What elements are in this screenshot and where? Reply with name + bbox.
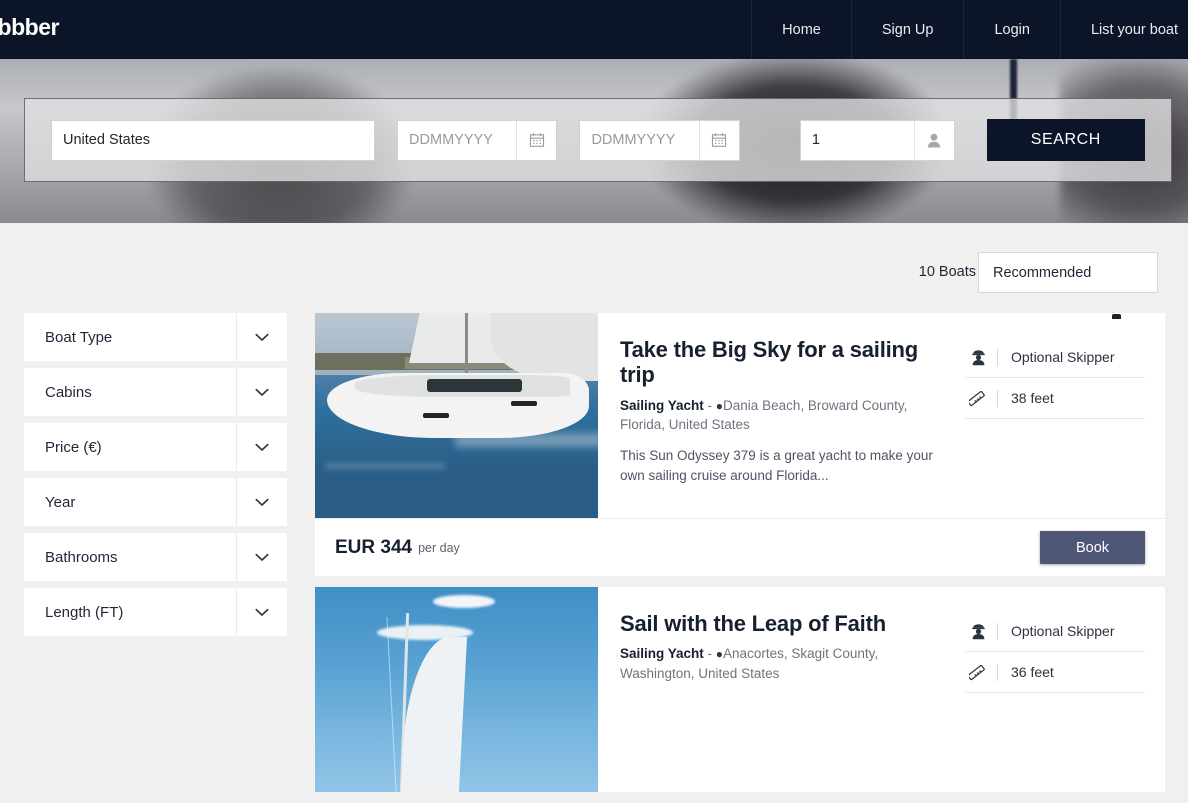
sort-select[interactable]: Recommended	[978, 252, 1158, 293]
attribute-divider	[997, 349, 998, 366]
boat-photo-cloud	[433, 595, 495, 608]
checkout-date-input[interactable]: DDMMYYYY	[579, 120, 739, 161]
main-navigation: Home Sign Up Login List your boat	[751, 0, 1188, 59]
boat-attribute-value: Optional Skipper	[1011, 623, 1115, 639]
filter-label: Bathrooms	[24, 533, 236, 581]
nav-item-login[interactable]: Login	[963, 0, 1059, 59]
boat-price: EUR 344	[335, 537, 412, 559]
filter-length[interactable]: Length (FT)	[24, 588, 287, 636]
site-logo[interactable]: Clubbber	[0, 14, 59, 41]
site-header: Clubbber Home Sign Up Login List your bo…	[0, 0, 1188, 59]
boat-type: Sailing Yacht	[620, 398, 704, 413]
boat-card-info: Take the Big Sky for a sailing trip Sail…	[598, 313, 953, 518]
boat-attribute-length: 38 feet	[965, 378, 1145, 419]
chevron-down-icon	[236, 588, 287, 636]
boat-attributes: Optional Skipper 38 feet	[953, 313, 1165, 518]
map-pin-icon: ●	[716, 647, 723, 661]
filter-boat-type[interactable]: Boat Type	[24, 313, 287, 361]
skipper-icon	[965, 349, 991, 366]
attribute-divider	[997, 390, 998, 407]
chevron-down-icon	[236, 533, 287, 581]
attribute-divider	[997, 623, 998, 640]
sort-select-value: Recommended	[993, 265, 1091, 281]
boat-card-body: Take the Big Sky for a sailing trip Sail…	[315, 313, 1165, 518]
card-top-marker-icon	[1112, 314, 1121, 319]
boat-attribute-value: Optional Skipper	[1011, 349, 1115, 365]
boat-attribute-value: 36 feet	[1011, 664, 1054, 680]
boat-photo-window	[511, 401, 537, 406]
filter-label: Cabins	[24, 368, 236, 416]
map-pin-icon: ●	[716, 399, 723, 413]
location-input-value: United States	[63, 132, 150, 148]
boat-title[interactable]: Sail with the Leap of Faith	[620, 611, 935, 636]
skipper-icon	[965, 623, 991, 640]
boat-photo-rigging	[386, 617, 396, 792]
boat-card-body: Sail with the Leap of Faith Sailing Yach…	[315, 587, 1165, 792]
guests-input[interactable]: 1	[800, 120, 955, 161]
boat-photo[interactable]	[315, 313, 598, 518]
filter-label: Year	[24, 478, 236, 526]
boat-card-footer: EUR 344 per day Book	[315, 518, 1165, 576]
search-button[interactable]: SEARCH	[987, 119, 1145, 161]
filter-label: Boat Type	[24, 313, 236, 361]
boat-attribute-skipper: Optional Skipper	[965, 337, 1145, 378]
checkin-date-placeholder: DDMMYYYY	[398, 121, 516, 160]
boat-photo-wake	[455, 433, 598, 447]
boat-attributes: Optional Skipper 36 feet	[953, 587, 1165, 792]
boat-type: Sailing Yacht	[620, 646, 704, 661]
boat-results-list: Take the Big Sky for a sailing trip Sail…	[315, 313, 1165, 803]
results-toolbar: 10 Boats Recommended	[0, 252, 1188, 297]
ruler-icon	[965, 389, 991, 407]
boat-photo-mast	[465, 313, 468, 375]
chevron-down-icon	[236, 368, 287, 416]
book-button[interactable]: Book	[1040, 531, 1145, 564]
boat-subtitle: Sailing Yacht - ●Dania Beach, Broward Co…	[620, 396, 935, 435]
boat-photo-mainsail	[401, 637, 467, 792]
boat-card[interactable]: Sail with the Leap of Faith Sailing Yach…	[315, 587, 1165, 792]
boat-title[interactable]: Take the Big Sky for a sailing trip	[620, 337, 935, 388]
boat-attribute-length: 36 feet	[965, 652, 1145, 693]
boat-attribute-value: 38 feet	[1011, 390, 1054, 406]
guests-input-value: 1	[801, 121, 914, 160]
filter-sidebar: Boat Type Cabins Price (€) Year Bathroom…	[24, 313, 287, 643]
boat-subtitle: Sailing Yacht - ●Anacortes, Skagit Count…	[620, 644, 935, 683]
filter-label: Price (€)	[24, 423, 236, 471]
filter-label: Length (FT)	[24, 588, 236, 636]
boat-subtitle-separator: -	[704, 398, 716, 413]
boat-card-info: Sail with the Leap of Faith Sailing Yach…	[598, 587, 953, 792]
boat-photo[interactable]	[315, 587, 598, 792]
chevron-down-icon	[236, 423, 287, 471]
nav-item-home[interactable]: Home	[751, 0, 851, 59]
attribute-divider	[997, 664, 998, 681]
boat-attribute-skipper: Optional Skipper	[965, 611, 1145, 652]
boat-price-unit: per day	[418, 541, 460, 555]
boat-description: This Sun Odyssey 379 is a great yacht to…	[620, 446, 935, 487]
checkout-date-placeholder: DDMMYYYY	[580, 121, 698, 160]
chevron-down-icon	[236, 313, 287, 361]
filter-cabins[interactable]: Cabins	[24, 368, 287, 416]
filter-price[interactable]: Price (€)	[24, 423, 287, 471]
calendar-icon	[699, 121, 739, 160]
boat-subtitle-separator: -	[704, 646, 716, 661]
chevron-down-icon	[236, 478, 287, 526]
search-panel: United States DDMMYYYY DDMMYYYY	[24, 98, 1172, 182]
boat-photo-cabin	[427, 379, 522, 392]
location-input[interactable]: United States	[51, 120, 375, 161]
filter-bathrooms[interactable]: Bathrooms	[24, 533, 287, 581]
boat-count-label: 10 Boats	[919, 264, 976, 280]
boat-photo-ripple	[325, 463, 445, 469]
filter-year[interactable]: Year	[24, 478, 287, 526]
boat-card[interactable]: Take the Big Sky for a sailing trip Sail…	[315, 313, 1165, 576]
checkin-date-input[interactable]: DDMMYYYY	[397, 120, 557, 161]
person-icon	[914, 121, 954, 160]
nav-item-list-your-boat[interactable]: List your boat	[1060, 0, 1188, 59]
ruler-icon	[965, 663, 991, 681]
nav-item-sign-up[interactable]: Sign Up	[851, 0, 964, 59]
calendar-icon	[516, 121, 556, 160]
boat-photo-window	[423, 413, 449, 418]
